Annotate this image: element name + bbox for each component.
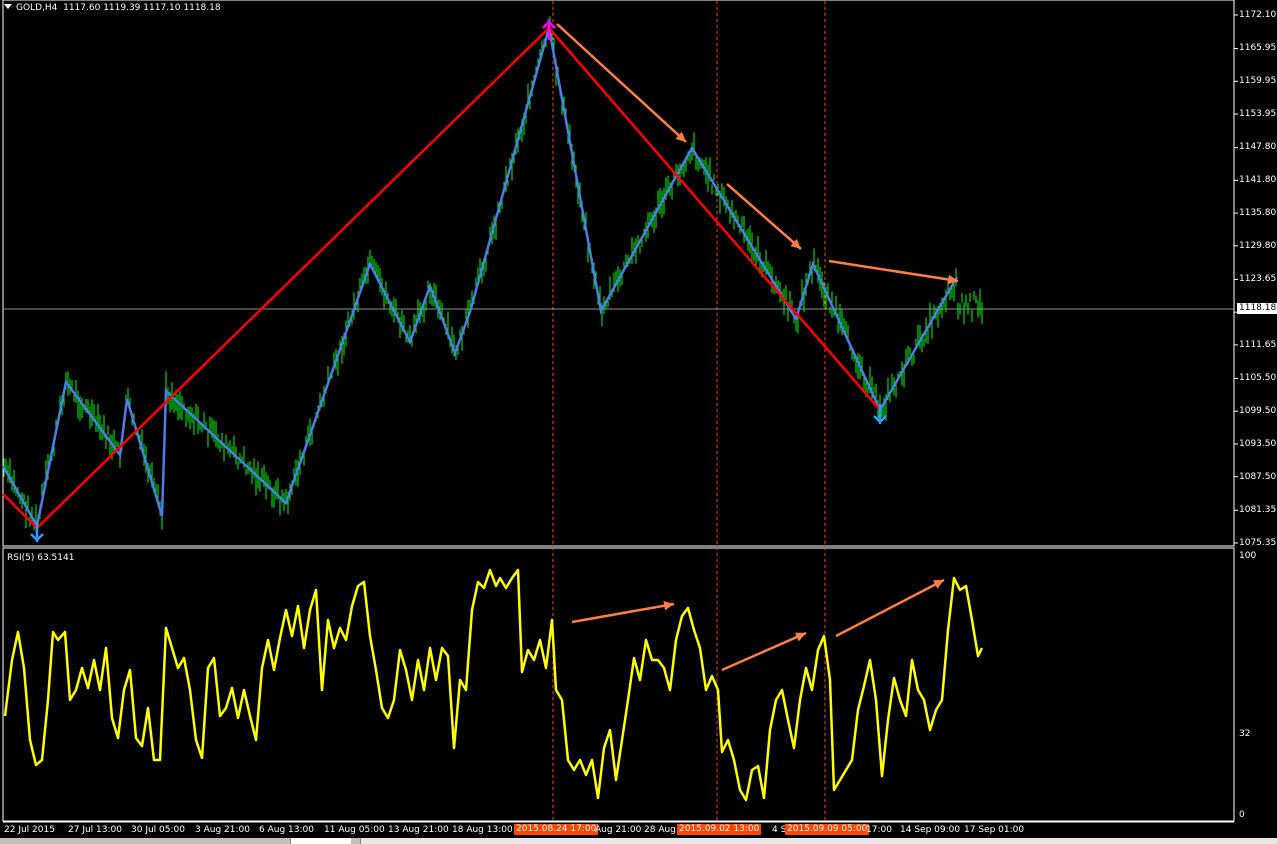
price-tick-label: 1129.80 [1239,241,1277,251]
rsi-tick-label: 32 [1239,729,1251,739]
chart-header: GOLD,H4 1117.60 1119.39 1117.10 1118.18 [4,3,221,13]
time-tick-label: 3 Aug 21:00 [195,825,250,835]
chart-tab[interactable] [360,838,1277,844]
price-tick-label: 1105.50 [1239,373,1277,383]
price-tick-label: 1159.95 [1239,76,1277,86]
price-tick-label: 1153.95 [1239,109,1277,119]
price-tick-label: 1093.50 [1239,439,1277,449]
open-value: 1117.60 [63,3,101,13]
chart-tabs-bar [0,838,1277,844]
time-tick-label: 30 Jul 05:00 [131,825,185,835]
time-marker-tag: 2015.08.24 17:00 [514,824,599,835]
low-value: 1117.10 [143,3,181,13]
chart-tab[interactable] [290,838,351,844]
rsi-panel-frame [2,547,1235,822]
rsi-header: RSI(5) 63.5141 [7,553,75,563]
price-tick-label: 1081.35 [1239,505,1277,515]
price-tick-label: 1099.50 [1239,406,1277,416]
price-axis-ticks [1234,14,1238,544]
time-tick-label: 14 Sep 09:00 [900,825,961,835]
symbol-label: GOLD,H4 [16,3,58,13]
price-tick-label: 1141.80 [1239,175,1277,185]
price-tick-label: 1075.35 [1239,538,1277,548]
time-tick-label: 11 Aug 05:00 [324,825,385,835]
time-tick-label: 6 Aug 13:00 [259,825,314,835]
price-tick-label: 1123.65 [1239,274,1277,284]
close-value: 1118.18 [183,3,221,13]
high-value: 1119.39 [103,3,141,13]
time-tick-label: 17:00 [866,825,892,835]
time-marker-tag: 2015.09.09 05:00 [785,824,870,835]
time-tick-label: 17 Sep 01:00 [964,825,1025,835]
time-tick-label: 13 Aug 21:00 [388,825,449,835]
current-price-tag: 1118.18 [1237,303,1277,314]
price-tick-label: 1165.95 [1239,43,1277,53]
time-tick-label: 27 Jul 13:00 [68,825,122,835]
time-marker-tag: 2015.09.02 13:00 [677,824,762,835]
rsi-tick-label: 100 [1239,551,1257,561]
time-tick-label: 28 Aug [644,825,676,835]
price-tick-label: 1111.65 [1239,340,1277,350]
price-tick-label: 1172.10 [1239,10,1277,20]
time-tick-label: Aug 21:00 [595,825,642,835]
rsi-tick-label: 0 [1239,810,1245,820]
time-tick-label: 22 Jul 2015 [4,825,55,835]
price-tick-label: 1087.50 [1239,472,1277,482]
chart-menu-triangle-icon[interactable] [4,4,12,9]
price-tick-label: 1135.80 [1239,208,1277,218]
chart-canvas[interactable] [0,0,1277,844]
time-tick-label: 18 Aug 13:00 [452,825,513,835]
price-tick-label: 1147.80 [1239,142,1277,152]
